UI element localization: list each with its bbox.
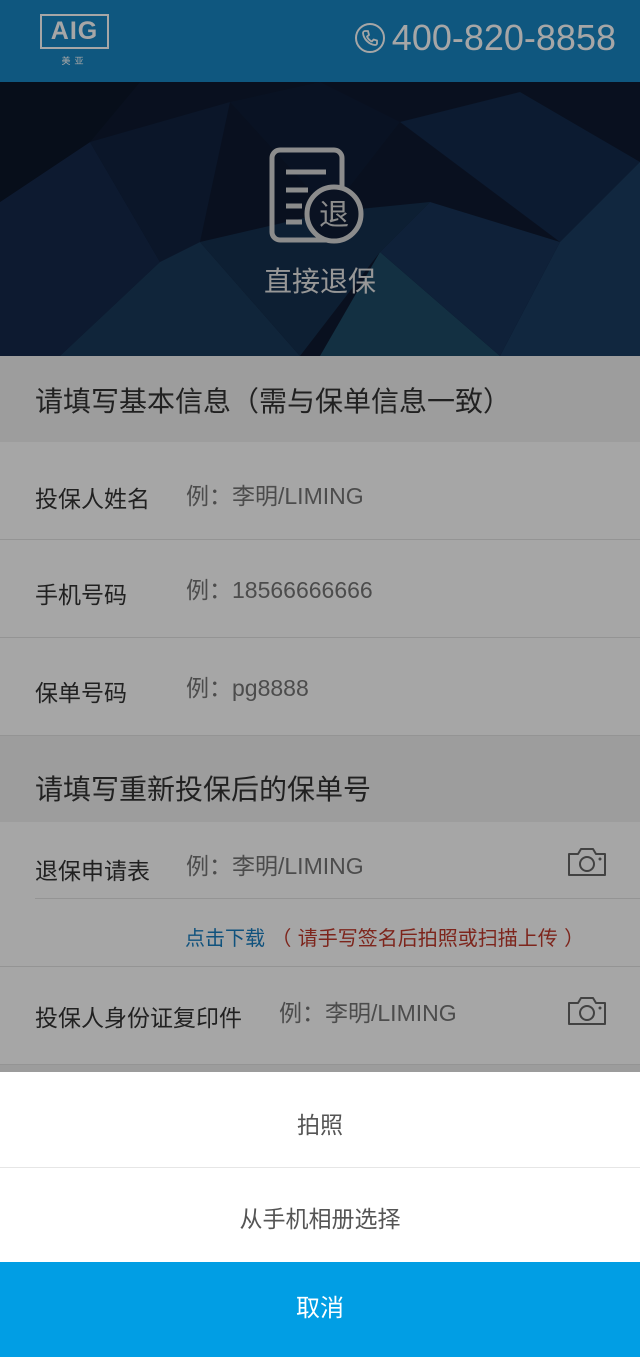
choose-album-option[interactable]: 从手机相册选择 (0, 1200, 640, 1234)
action-sheet: 拍照 从手机相册选择 取消 (0, 1072, 640, 1357)
take-photo-option[interactable]: 拍照 (0, 1106, 640, 1140)
cancel-button[interactable]: 取消 (0, 1262, 640, 1357)
sheet-divider (0, 1167, 640, 1168)
